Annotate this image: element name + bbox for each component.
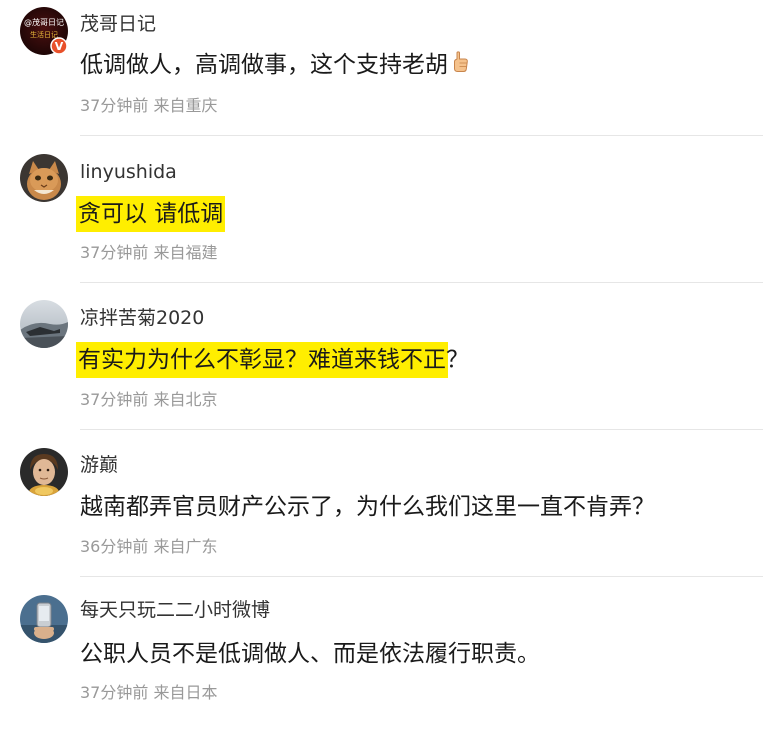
divider — [80, 135, 763, 136]
comment-location: 来自广东 — [153, 537, 218, 556]
comment-item: 游巅 越南都弄官员财产公示了，为什么我们这里一直不肯弄？ 36分钟前 来自广东 — [0, 441, 763, 588]
comment-item: @茂哥日记 生活日记 V 茂哥日记 低调做人，高调做事，这个支持老胡 37分钟前… — [0, 0, 763, 147]
username[interactable]: 凉拌苦菊2020 — [80, 306, 204, 330]
username[interactable]: 茂哥日记 — [80, 12, 156, 36]
highlight-mark: 有实力为什么不彰显？难道来钱不正 — [76, 342, 448, 378]
comment-text: 越南都弄官员财产公示了，为什么我们这里一直不肯弄？ — [80, 494, 655, 520]
comment-meta: 37分钟前 来自北京 — [80, 390, 217, 410]
comment-location: 来自重庆 — [153, 96, 218, 115]
avatar[interactable] — [20, 154, 68, 202]
comment-meta: 37分钟前 来自日本 — [80, 683, 217, 703]
comment-item: linyushida 贪可以 请低调 37分钟前 来自福建 — [0, 147, 763, 294]
comment-list: @茂哥日记 生活日记 V 茂哥日记 低调做人，高调做事，这个支持老胡 37分钟前… — [0, 0, 763, 712]
avatar[interactable] — [20, 448, 68, 496]
comment-time: 37分钟前 — [80, 390, 149, 409]
comment-text: 有实力为什么不彰显？难道来钱不正？ — [76, 342, 469, 378]
comment-meta: 36分钟前 来自广东 — [80, 537, 217, 557]
comment-time: 36分钟前 — [80, 537, 149, 556]
highlight-mark: 贪可以 请低调 — [76, 196, 226, 232]
comment-time: 37分钟前 — [80, 96, 149, 115]
avatar[interactable] — [20, 595, 68, 643]
svg-text:V: V — [55, 40, 64, 53]
divider — [80, 282, 763, 283]
divider — [80, 576, 763, 577]
comment-meta: 37分钟前 来自重庆 — [80, 96, 217, 116]
divider — [80, 429, 763, 430]
verified-badge-icon: V — [50, 37, 68, 55]
comment-location: 来自福建 — [153, 243, 218, 262]
comment-location: 来自日本 — [153, 683, 218, 702]
comment-item: 每天只玩二二小时微博 公职人员不是低调做人、而是依法履行职责。 37分钟前 来自… — [0, 588, 763, 735]
comment-text: 贪可以 请低调 — [76, 196, 226, 232]
avatar[interactable] — [20, 300, 68, 348]
username[interactable]: linyushida — [80, 160, 177, 184]
username[interactable]: 每天只玩二二小时微博 — [80, 598, 270, 622]
comment-location: 来自北京 — [153, 390, 218, 409]
comment-time: 37分钟前 — [80, 683, 149, 702]
comment-text: 低调做人，高调做事，这个支持老胡 — [80, 50, 470, 82]
comment-item: 凉拌苦菊2020 有实力为什么不彰显？难道来钱不正？ 37分钟前 来自北京 — [0, 294, 763, 441]
comment-text: 公职人员不是低调做人、而是依法履行职责。 — [80, 641, 540, 667]
comment-time: 37分钟前 — [80, 243, 149, 262]
svg-text:@茂哥日记: @茂哥日记 — [24, 17, 64, 27]
username[interactable]: 游巅 — [80, 453, 118, 477]
thumbs-up-icon — [450, 50, 470, 82]
comment-meta: 37分钟前 来自福建 — [80, 243, 217, 263]
